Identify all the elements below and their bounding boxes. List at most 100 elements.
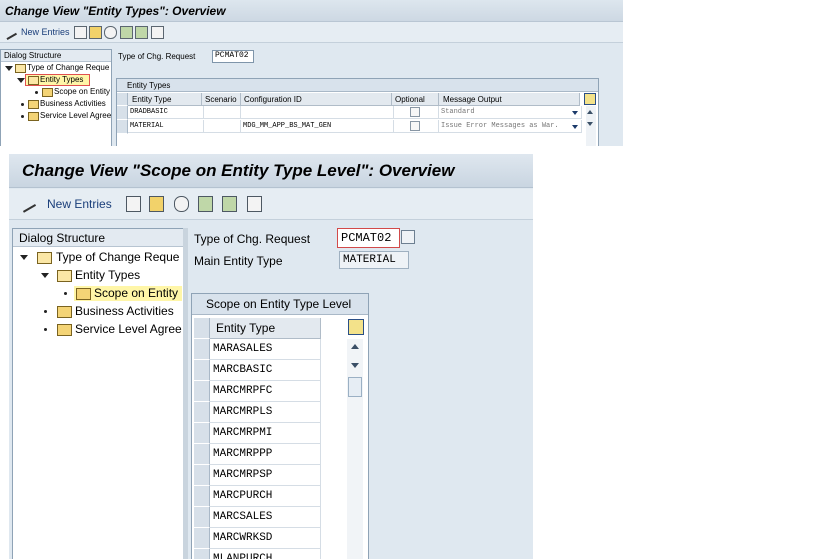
folder-icon xyxy=(57,306,72,318)
select-all-icon[interactable] xyxy=(120,26,133,39)
undo-icon[interactable] xyxy=(104,26,117,39)
expand-icon[interactable] xyxy=(5,66,13,71)
row-selector[interactable] xyxy=(194,465,210,486)
folder-icon xyxy=(57,270,72,282)
dropdown-arrow-icon[interactable] xyxy=(572,111,578,115)
tree-item-type-of-change-request[interactable]: Type of Change Reque xyxy=(13,249,183,266)
display-change-icon[interactable] xyxy=(1,24,18,41)
delete-icon[interactable] xyxy=(89,26,102,39)
dialog-structure-panel: Dialog Structure Type of Change Reque En… xyxy=(12,228,184,559)
window-title: Change View "Entity Types": Overview xyxy=(5,4,226,18)
table-row-entity-type[interactable]: MARCWRKSD xyxy=(210,528,321,549)
column-header[interactable]: Entity Type xyxy=(128,93,202,106)
title-bar: Change View "Entity Types": Overview xyxy=(0,0,623,22)
column-header-entity-type[interactable]: Entity Type xyxy=(210,318,321,339)
select-block-icon[interactable] xyxy=(135,26,148,39)
scroll-down-icon[interactable] xyxy=(351,363,359,368)
folder-icon xyxy=(42,88,53,97)
deselect-all-icon[interactable] xyxy=(247,196,262,212)
folder-icon xyxy=(15,64,26,73)
scope-on-entity-type-level-window: Change View "Scope on Entity Type Level"… xyxy=(9,154,533,559)
column-header[interactable]: Configuration ID xyxy=(241,93,392,106)
column-header[interactable]: Message Output xyxy=(439,93,580,106)
tree-item-service-level-agreements[interactable]: Service Level Agree xyxy=(1,111,111,121)
entity-types-table: Entity Types Entity Type Scenario Config… xyxy=(116,78,599,146)
message-output-dropdown[interactable]: Issue Error Messages as War. xyxy=(439,120,582,133)
expand-icon[interactable] xyxy=(41,273,49,278)
tree-item-service-level-agreements[interactable]: Service Level Agree xyxy=(13,321,183,338)
table-row-entity-type[interactable]: MARCMRPPP xyxy=(210,444,321,465)
row-selector[interactable] xyxy=(194,549,210,559)
row-selector[interactable] xyxy=(194,423,210,444)
undo-icon[interactable] xyxy=(174,196,189,212)
folder-icon xyxy=(28,76,39,85)
expand-icon[interactable] xyxy=(20,255,28,260)
display-change-icon[interactable] xyxy=(17,195,37,213)
row-selector[interactable] xyxy=(194,360,210,381)
table-row-entity-type[interactable]: MARASALES xyxy=(210,339,321,360)
select-all-rows[interactable] xyxy=(194,318,210,339)
entity-types-window: Change View "Entity Types": Overview New… xyxy=(0,0,623,146)
new-entries-button[interactable]: New Entries xyxy=(21,27,70,37)
dropdown-arrow-icon[interactable] xyxy=(572,125,578,129)
folder-icon xyxy=(57,324,72,336)
optional-checkbox[interactable] xyxy=(410,107,420,117)
row-selector[interactable] xyxy=(117,120,128,134)
type-of-chg-request-field[interactable]: PCMAT02 xyxy=(337,228,400,248)
tree-item-business-activities[interactable]: Business Activities xyxy=(1,99,111,109)
value-help-icon[interactable] xyxy=(401,230,415,244)
table-title: Entity Types xyxy=(127,81,171,90)
table-row-entity-type[interactable]: MARCBASIC xyxy=(210,360,321,381)
row-selector[interactable] xyxy=(194,402,210,423)
select-all-icon[interactable] xyxy=(198,196,213,212)
table-settings-icon[interactable] xyxy=(348,319,364,335)
table-row-entity-type[interactable]: MARCMRPFC xyxy=(210,381,321,402)
table-row-entity-type[interactable]: MARCMRPLS xyxy=(210,402,321,423)
scroll-thumb[interactable] xyxy=(348,377,362,397)
row-selector[interactable] xyxy=(194,507,210,528)
new-entries-button[interactable]: New Entries xyxy=(47,197,112,211)
folder-icon xyxy=(28,112,39,121)
row-selector[interactable] xyxy=(194,486,210,507)
vertical-scrollbar[interactable] xyxy=(586,106,596,146)
main-entity-type-label: Main Entity Type xyxy=(194,254,283,268)
scroll-up-icon[interactable] xyxy=(351,344,359,349)
scroll-down-icon[interactable] xyxy=(587,122,593,126)
select-all-rows[interactable] xyxy=(117,93,128,106)
tree-item-business-activities[interactable]: Business Activities xyxy=(13,303,183,320)
table-row-entity-type[interactable]: MARCPURCH xyxy=(210,486,321,507)
tree-item-scope-on-entity[interactable]: Scope on Entity xyxy=(1,87,111,97)
table-settings-icon[interactable] xyxy=(584,93,596,105)
table-row-entity-type[interactable]: MLANPURCH xyxy=(210,549,321,559)
tree-item-entity-types[interactable]: Entity Types xyxy=(13,267,183,284)
copy-icon[interactable] xyxy=(74,26,87,39)
vertical-scrollbar[interactable] xyxy=(347,339,363,559)
table-row-entity-type[interactable]: MARCMRPSP xyxy=(210,465,321,486)
column-header[interactable]: Scenario xyxy=(202,93,241,106)
row-selector[interactable] xyxy=(194,339,210,360)
tree-item-type-of-change-request[interactable]: Type of Change Reque xyxy=(1,63,111,73)
message-output-dropdown[interactable]: Standard xyxy=(439,106,582,119)
tree-item-scope-on-entity[interactable]: Scope on Entity xyxy=(13,285,183,302)
folder-icon xyxy=(37,252,52,264)
table-row-entity-type[interactable]: MARCMRPMI xyxy=(210,423,321,444)
row-selector[interactable] xyxy=(194,528,210,549)
delete-icon[interactable] xyxy=(149,196,164,212)
tree-item-entity-types[interactable]: Entity Types xyxy=(1,74,111,86)
table-row-entity-type[interactable]: MARCSALES xyxy=(210,507,321,528)
splitter[interactable] xyxy=(183,228,188,559)
deselect-all-icon[interactable] xyxy=(151,26,164,39)
expand-icon[interactable] xyxy=(17,78,25,83)
row-selector[interactable] xyxy=(117,106,128,120)
type-of-chg-request-field[interactable]: PCMAT02 xyxy=(212,50,254,63)
window-title: Change View "Scope on Entity Type Level"… xyxy=(22,161,455,180)
scroll-up-icon[interactable] xyxy=(587,110,593,114)
column-header[interactable]: Optional xyxy=(392,93,439,106)
row-selector[interactable] xyxy=(194,381,210,402)
optional-checkbox[interactable] xyxy=(410,121,420,131)
copy-icon[interactable] xyxy=(126,196,141,212)
row-selector[interactable] xyxy=(194,444,210,465)
select-block-icon[interactable] xyxy=(222,196,237,212)
type-of-chg-request-label: Type of Chg. Request xyxy=(118,52,196,61)
dialog-structure-panel: Dialog Structure Type of Change Reque En… xyxy=(0,49,112,146)
